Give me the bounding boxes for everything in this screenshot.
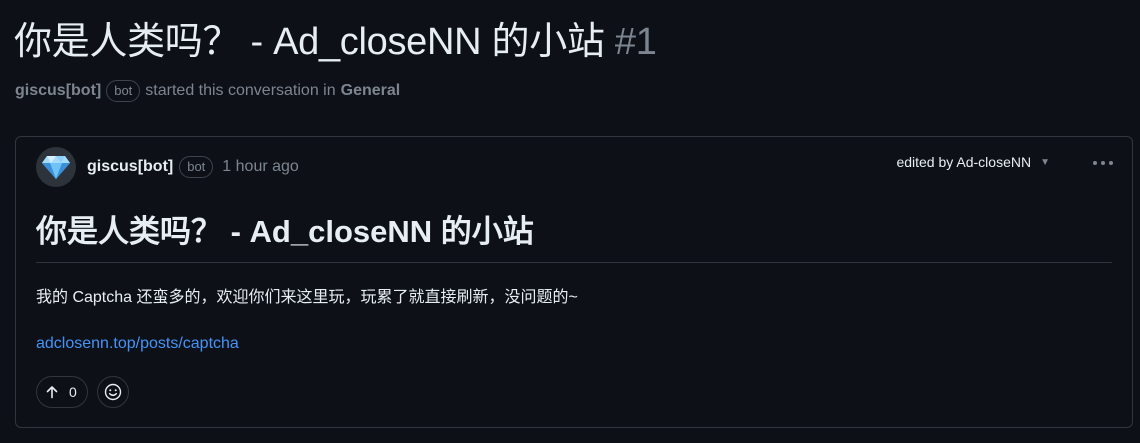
arrow-up-icon	[45, 385, 59, 399]
post-author-link[interactable]: giscus[bot]	[87, 158, 173, 176]
diamond-icon	[42, 156, 70, 179]
add-reaction-button[interactable]	[96, 376, 129, 408]
category-link[interactable]: General	[341, 78, 401, 104]
post-bot-badge: bot	[179, 156, 214, 178]
discussion-page: 你是人类吗？ - Ad_closeNN 的小站 #1 giscus[bot] b…	[0, 0, 1140, 443]
edited-by-text: edited by Ad-closeNN	[896, 154, 1032, 170]
bot-badge: bot	[106, 80, 141, 102]
discussion-title-text: 你是人类吗？ - Ad_closeNN 的小站	[14, 21, 605, 63]
post-header: giscus[bot] bot 1 hour ago	[36, 147, 299, 187]
discussion-number: #1	[614, 21, 657, 63]
post-body-text: 我的 Captcha 还蛮多的，欢迎你们来这里玩，玩累了就直接刷新，没问题的~	[36, 289, 578, 306]
heading-divider	[36, 262, 1112, 263]
discussion-post-card: giscus[bot] bot 1 hour ago edited by Ad-…	[15, 136, 1133, 428]
triangle-down-icon: ▼	[1040, 156, 1050, 168]
upvote-button[interactable]: 0	[36, 376, 88, 408]
started-text: started this conversation in	[145, 82, 336, 99]
post-link[interactable]: adclosenn.top/posts/captcha	[36, 333, 239, 355]
avatar[interactable]	[36, 147, 76, 187]
discussion-author-link[interactable]: giscus[bot]	[15, 78, 101, 104]
edited-by-dropdown[interactable]: edited by Ad-closeNN ▼	[896, 154, 1050, 170]
discussion-meta: giscus[bot] bot started this conversatio…	[15, 78, 400, 104]
discussion-title: 你是人类吗？ - Ad_closeNN 的小站 #1	[14, 18, 657, 66]
reactions-bar: 0	[36, 376, 129, 408]
upvote-count: 0	[69, 384, 77, 400]
kebab-horizontal-icon[interactable]	[1092, 149, 1114, 172]
post-timestamp[interactable]: 1 hour ago	[222, 158, 299, 176]
post-heading: 你是人类吗？ - Ad_closeNN 的小站	[36, 214, 534, 249]
smiley-icon	[104, 383, 121, 401]
